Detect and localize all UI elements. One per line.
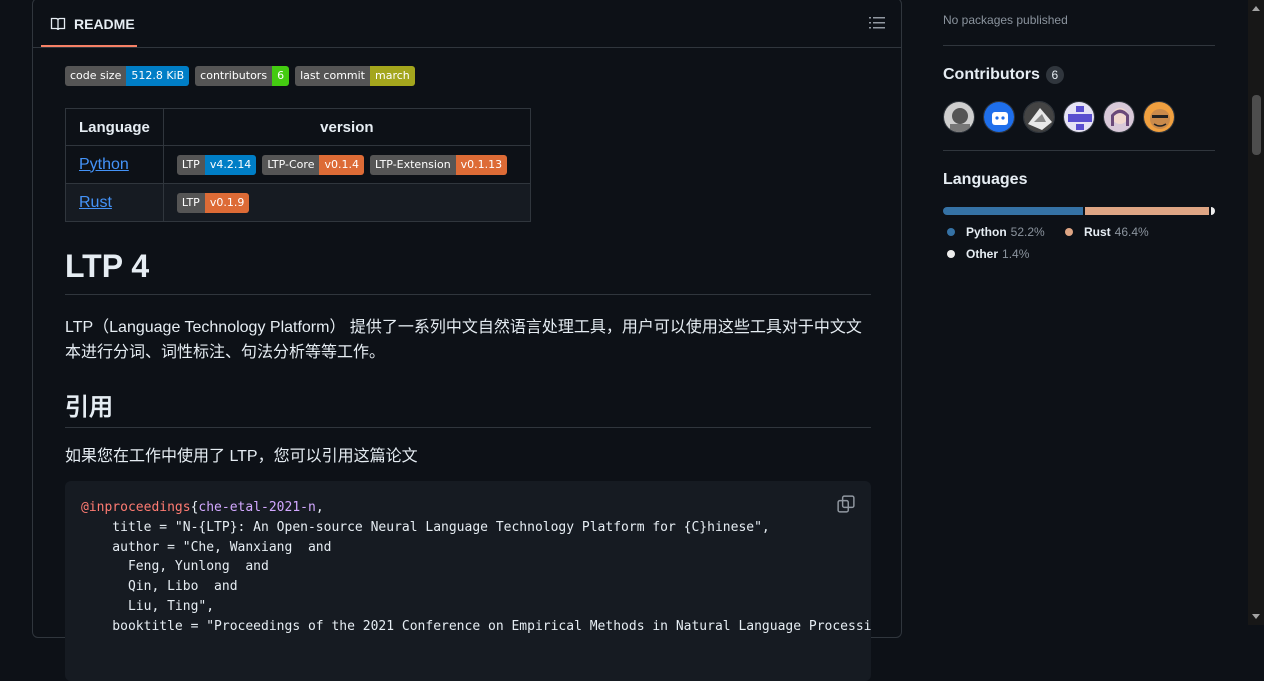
scroll-down-arrow[interactable] <box>1252 614 1260 619</box>
avatar[interactable] <box>1063 101 1095 133</box>
ltp-rust-badge[interactable]: LTP v0.1.9 <box>176 192 250 213</box>
contributor-avatars <box>943 101 1175 133</box>
page-scrollbar[interactable] <box>1248 0 1264 625</box>
code-line: booktitle = "Proceedings of the 2021 Con… <box>81 618 871 634</box>
code-block[interactable]: @inproceedings{che-etal-2021-n, title = … <box>65 481 871 681</box>
scroll-up-arrow[interactable] <box>1252 6 1260 11</box>
code-line: author = "Che, Wanxiang and <box>81 539 332 555</box>
readme-heading: LTP 4 <box>65 248 871 295</box>
scrollbar-thumb[interactable] <box>1252 95 1261 155</box>
rust-dot <box>1065 228 1073 236</box>
language-bar-segment <box>1211 207 1215 215</box>
table-row: Python LTP v4.2.14 LTP-Core v0.1.4 LTP-E… <box>65 145 531 184</box>
divider <box>943 45 1215 46</box>
book-icon <box>50 17 66 31</box>
python-link[interactable]: Python <box>79 156 129 173</box>
other-dot <box>947 250 955 258</box>
code-cite-key: che-etal-2021-n <box>198 500 316 515</box>
code-line: Feng, Yunlong and <box>81 559 269 575</box>
ltp-version-badge[interactable]: LTP v4.2.14 <box>176 154 257 175</box>
readme-tab-label: README <box>74 16 135 32</box>
version-table: Language version Python LTP v4.2.14 LTP-… <box>65 108 531 222</box>
language-other[interactable]: Other 1.4% <box>943 247 1029 261</box>
readme-tab[interactable]: README <box>41 13 137 47</box>
last-commit-badge[interactable]: last commit march <box>295 66 415 86</box>
language-bar-segment <box>943 207 1083 215</box>
ltp-extension-badge[interactable]: LTP-Extension v0.1.13 <box>369 154 508 175</box>
contributors-count: 6 <box>1045 66 1064 84</box>
ltp-core-badge[interactable]: LTP-Core v0.1.4 <box>262 154 364 175</box>
avatar[interactable] <box>1103 101 1135 133</box>
language-python[interactable]: Python 52.2% <box>943 225 1045 239</box>
code-content: @inproceedings{che-etal-2021-n, title = … <box>65 481 871 654</box>
contributors-heading[interactable]: Contributors 6 <box>943 66 1064 84</box>
avatar[interactable] <box>1143 101 1175 133</box>
table-header: Language <box>65 108 164 146</box>
contributors-badge[interactable]: contributors 6 <box>195 66 290 86</box>
intro-paragraph: LTP（Language Technology Platform） 提供了一系列… <box>65 319 862 361</box>
readme-header: README <box>33 0 901 48</box>
cite-paragraph: 如果您在工作中使用了 LTP，您可以引用这篇论文 <box>65 448 418 465</box>
code-line: title = "N-{LTP}: An Open-source Neural … <box>81 519 770 535</box>
languages-heading: Languages <box>943 171 1028 188</box>
avatar[interactable] <box>943 101 975 133</box>
badge-row: code size 512.8 KiB contributors 6 last … <box>65 66 415 86</box>
language-rust[interactable]: Rust 46.4% <box>1061 225 1149 239</box>
rust-link[interactable]: Rust <box>79 194 112 211</box>
python-dot <box>947 228 955 236</box>
avatar[interactable] <box>1023 101 1055 133</box>
table-header: version <box>162 108 531 146</box>
cite-heading: 引用 <box>65 387 871 428</box>
code-line: Qin, Libo and <box>81 579 238 595</box>
language-bar <box>943 207 1215 215</box>
outline-list-icon[interactable] <box>869 15 885 31</box>
table-row: Rust LTP v0.1.9 <box>65 183 531 222</box>
packages-status: No packages published <box>943 13 1068 27</box>
language-bar-segment <box>1084 207 1210 215</box>
divider <box>943 150 1215 151</box>
copy-icon[interactable] <box>837 495 855 513</box>
code-entry-type: @inproceedings <box>81 500 191 515</box>
readme-panel: README code size 512.8 KiB contributors … <box>32 0 902 681</box>
code-size-badge[interactable]: code size 512.8 KiB <box>65 66 190 86</box>
code-line: Liu, Ting", <box>81 598 215 614</box>
avatar[interactable] <box>983 101 1015 133</box>
